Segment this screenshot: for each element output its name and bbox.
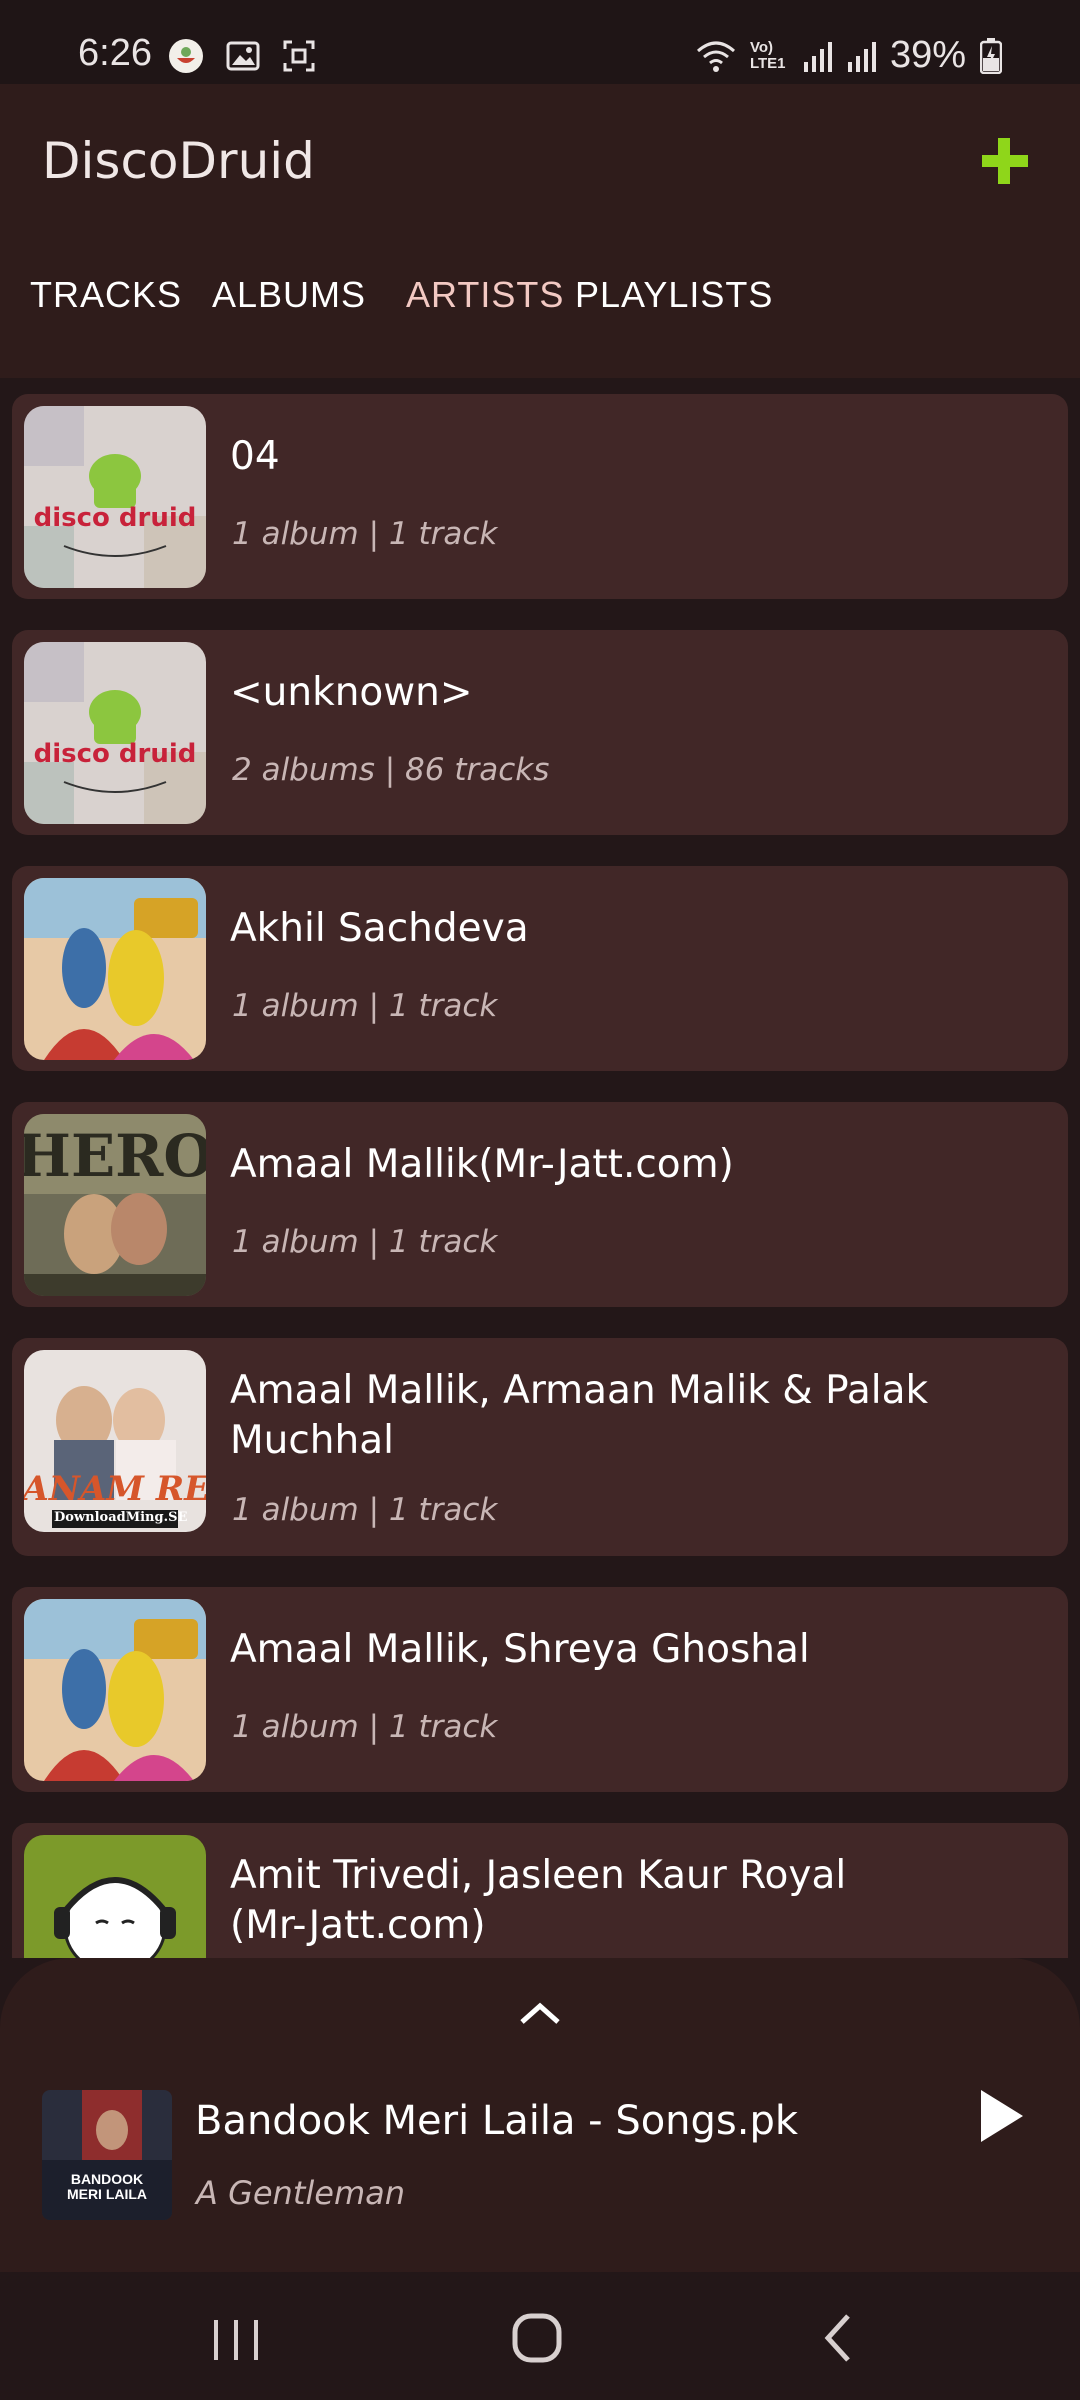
- now-playing-bar[interactable]: BANDOOK MERI LAILA Bandook Meri Laila - …: [0, 1958, 1080, 2272]
- plus-icon: [982, 138, 1028, 184]
- recents-button[interactable]: [196, 2302, 276, 2372]
- tab-artists[interactable]: ARTISTS: [406, 274, 564, 316]
- app-notification-icon: [169, 39, 203, 73]
- play-icon: [981, 2090, 1023, 2142]
- list-item[interactable]: HERO Amaal Mallik(Mr-Jatt.com) 1 album |…: [12, 1102, 1068, 1307]
- artist-art: disco druid: [24, 406, 206, 588]
- artist-meta: 2 albums | 86 tracks: [232, 752, 550, 788]
- artist-meta: 1 album | 1 track: [232, 516, 498, 552]
- svg-text:SANAM RE: SANAM RE: [24, 1469, 206, 1509]
- artist-art: disco druid: [24, 642, 206, 824]
- artist-meta: 1 album | 1 track: [232, 1492, 498, 1528]
- artist-name: Amit Trivedi, Jasleen Kaur Royal (Mr-Jat…: [230, 1853, 847, 1948]
- status-time: 6:26: [78, 32, 152, 74]
- volte-icon: Vo) LTE1: [749, 38, 786, 72]
- artist-art: SANAM RE DownloadMing.SE: [24, 1350, 206, 1532]
- artist-list[interactable]: disco druid 04 1 album | 1 track disco d…: [0, 378, 1080, 1958]
- list-item[interactable]: Amaal Mallik, Shreya Ghoshal 1 album | 1…: [12, 1587, 1068, 1792]
- signal-icon: [847, 41, 876, 72]
- artist-name: <unknown>: [230, 670, 473, 715]
- tab-tracks[interactable]: TRACKS: [30, 274, 182, 316]
- wifi-icon: [696, 41, 735, 72]
- artist-meta: 1 album | 1 track: [232, 1709, 498, 1745]
- signal-icon: [803, 41, 832, 72]
- navigation-bar: [0, 2272, 1080, 2400]
- chevron-up-icon: [520, 2002, 560, 2024]
- artist-art: HERO: [24, 1114, 206, 1296]
- svg-text:disco druid: disco druid: [34, 739, 197, 769]
- art-caption: BANDOOK MERI LAILA: [66, 2171, 148, 2202]
- artist-name: Akhil Sachdeva: [230, 906, 529, 951]
- status-left-icons: [168, 38, 316, 74]
- svg-text:HERO: HERO: [24, 1122, 206, 1190]
- list-item[interactable]: Akhil Sachdeva 1 album | 1 track: [12, 866, 1068, 1071]
- app-bar: DiscoDruid TRACKS ALBUMS ARTISTS PLAYLIS…: [0, 84, 1080, 378]
- artist-name: Amaal Mallik(Mr-Jatt.com): [230, 1142, 734, 1187]
- artist-meta: 1 album | 1 track: [232, 1224, 498, 1260]
- screenshot-icon: [283, 40, 315, 72]
- artist-name: Amaal Mallik, Armaan Malik & Palak Muchh…: [230, 1368, 929, 1463]
- tab-bar: TRACKS ALBUMS ARTISTS PLAYLISTS: [0, 274, 1080, 344]
- image-icon: [226, 41, 260, 71]
- status-right-icons: Vo) LTE1 39%: [696, 34, 1002, 77]
- artist-name: 04: [230, 434, 280, 479]
- tab-albums[interactable]: ALBUMS: [212, 274, 366, 316]
- now-playing-artist: A Gentleman: [196, 2174, 406, 2212]
- artist-name: Amaal Mallik, Shreya Ghoshal: [230, 1627, 810, 1672]
- status-bar: 6:26 Vo) LTE1 39%: [0, 0, 1080, 84]
- now-playing-title: Bandook Meri Laila - Songs.pk: [195, 2098, 799, 2144]
- add-button[interactable]: [970, 126, 1040, 196]
- artist-art: [24, 878, 206, 1060]
- battery-percent: 39%: [889, 34, 966, 76]
- list-item[interactable]: SANAM RE DownloadMing.SE Amaal Mallik, A…: [12, 1338, 1068, 1556]
- artist-art: [24, 1835, 206, 1958]
- now-playing-art: BANDOOK MERI LAILA: [42, 2090, 172, 2220]
- home-button[interactable]: [497, 2302, 577, 2372]
- artist-art: [24, 1599, 206, 1781]
- battery-charging-icon: [980, 37, 1002, 74]
- svg-text:disco druid: disco druid: [34, 503, 197, 533]
- expand-player-button[interactable]: [516, 1998, 564, 2028]
- home-icon: [512, 2313, 562, 2363]
- recents-icon: [214, 2320, 258, 2360]
- artist-meta: 1 album | 1 track: [232, 988, 498, 1024]
- art-caption: DownloadMing.SE: [54, 1510, 188, 1525]
- back-icon: [824, 2314, 850, 2362]
- list-item[interactable]: disco druid <unknown> 2 albums | 86 trac…: [12, 630, 1068, 835]
- list-item[interactable]: disco druid 04 1 album | 1 track: [12, 394, 1068, 599]
- app-title: DiscoDruid: [42, 132, 315, 190]
- tab-playlists[interactable]: PLAYLISTS: [575, 274, 773, 316]
- play-button[interactable]: [975, 2086, 1031, 2146]
- list-item[interactable]: Amit Trivedi, Jasleen Kaur Royal (Mr-Jat…: [12, 1823, 1068, 1958]
- back-button[interactable]: [800, 2302, 880, 2372]
